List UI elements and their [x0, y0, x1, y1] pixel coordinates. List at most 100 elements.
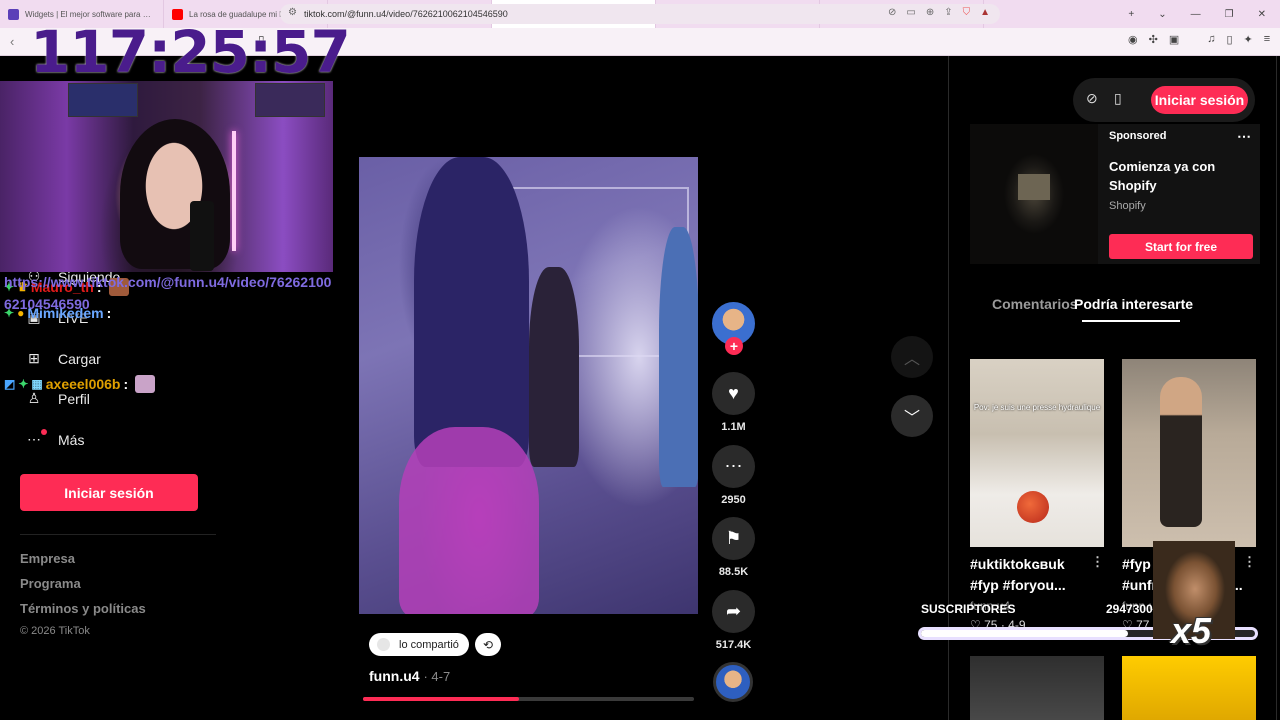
- comment-action[interactable]: ⋯ 2950: [712, 445, 755, 506]
- sidebar-item-cargar[interactable]: ⊞ Cargar: [26, 350, 101, 367]
- webcam-poster: [255, 83, 325, 117]
- recommendation-options-icon[interactable]: ⋮: [1091, 554, 1104, 570]
- share-action[interactable]: ➦ 517.4K: [712, 590, 755, 651]
- shared-chip[interactable]: lo compartió: [369, 633, 469, 656]
- sidebar-item-label: Más: [58, 431, 85, 448]
- video-player[interactable]: [359, 157, 698, 614]
- screen-icon[interactable]: ▭: [906, 7, 915, 18]
- back-icon[interactable]: ‹: [10, 34, 14, 49]
- login-button[interactable]: Iniciar sesión: [20, 474, 198, 511]
- address-bar[interactable]: ⚙ tiktok.com/@funn.u4/video/762621006210…: [280, 4, 1000, 24]
- ai-icon[interactable]: ✦: [1244, 33, 1253, 46]
- ad-brand: Shopify: [1109, 200, 1146, 212]
- streamer-webcam: [0, 81, 333, 272]
- compass-icon[interactable]: ⊘: [1086, 90, 1098, 107]
- share-icon[interactable]: ⇪: [944, 7, 952, 18]
- ad-image[interactable]: [970, 124, 1098, 264]
- footer-link-programa[interactable]: Programa: [20, 576, 81, 591]
- tab-podria-interesarte[interactable]: Podría interesarte: [1074, 296, 1193, 312]
- video-scene-figure: [659, 227, 698, 487]
- multiplier-text: x5: [1171, 610, 1212, 651]
- restore-icon[interactable]: ❐: [1225, 9, 1234, 20]
- menu-icon[interactable]: ≡: [1264, 33, 1270, 46]
- sub-badge-icon: ◩: [4, 377, 16, 391]
- subscriber-goal-count: 2947300: [1106, 602, 1153, 616]
- share-arrow-icon[interactable]: ➦: [712, 590, 755, 633]
- video-author[interactable]: funn.u4 · 4-7: [369, 668, 450, 684]
- previous-video-button[interactable]: ︿: [891, 336, 933, 378]
- sidebar-item-mas[interactable]: ⋯ Más: [26, 431, 84, 448]
- address-bar-icons: ⊘ ▭ ⊕ ⇪ ⛉ ▲: [888, 7, 990, 18]
- ad-image-door: [1018, 174, 1050, 200]
- recommendation-thumbnail[interactable]: [970, 656, 1104, 720]
- extension-2-icon[interactable]: ▣: [1169, 33, 1179, 46]
- extensions-icon[interactable]: ✣: [1149, 33, 1158, 46]
- sidebar-icon[interactable]: ▯: [1226, 33, 1232, 46]
- video-scene-figure: [399, 427, 539, 614]
- screen: Widgets | El mejor software para potenci…: [0, 0, 1280, 720]
- thumbnail-overlay-text: Pov: je suis une presse hydraulique: [973, 403, 1101, 412]
- next-video-button[interactable]: ﹀: [891, 395, 933, 437]
- extension-icons: ◉ ✣ ▣ ♫ ▯ ✦ ≡: [1128, 33, 1270, 46]
- site-info-icon[interactable]: ⚙: [288, 7, 297, 18]
- ad-options-icon[interactable]: ⋯: [1237, 128, 1251, 145]
- close-window-icon[interactable]: ✕: [1258, 9, 1266, 20]
- webcam-microphone: [190, 201, 214, 271]
- scrollbar-track[interactable]: [1276, 56, 1277, 720]
- save-count: 88.5K: [718, 566, 749, 578]
- phone-icon[interactable]: ▯: [1114, 90, 1122, 107]
- sidebar-item-label: Cargar: [58, 350, 101, 367]
- recommendation-caption[interactable]: #uktiktokɢʙuk #fyp #foryou...: [970, 554, 1094, 596]
- tab-favicon-icon: [8, 8, 19, 20]
- comment-icon[interactable]: ⋯: [712, 445, 755, 488]
- rewards-icon[interactable]: ▲: [980, 7, 990, 18]
- footer-link-terminos[interactable]: Términos y políticas: [20, 601, 146, 616]
- share-count: 517.4K: [715, 639, 752, 651]
- window-controls: + ⌄ — ❐ ✕: [1128, 0, 1280, 28]
- webcam-neon-light: [232, 131, 236, 251]
- emote-icon: [135, 375, 156, 393]
- follow-plus-icon[interactable]: +: [725, 337, 743, 355]
- recommendation-thumbnail[interactable]: [1122, 359, 1256, 547]
- recommendation-thumbnail[interactable]: [1122, 656, 1256, 720]
- video-progress-bar[interactable]: [363, 697, 694, 701]
- ad-cta-button[interactable]: Start for free: [1109, 234, 1253, 259]
- minimize-icon[interactable]: —: [1191, 9, 1201, 20]
- footer-link-empresa[interactable]: Empresa: [20, 551, 75, 566]
- chat-message-link[interactable]: https://www.tiktok.com/@funn.u4/video/76…: [4, 271, 334, 315]
- recommendation-options-icon[interactable]: ⋮: [1243, 554, 1256, 570]
- chat-username: axeeel006b: [45, 376, 121, 392]
- like-action[interactable]: ♥ 1.1M: [712, 372, 755, 433]
- music-icon[interactable]: ♫: [1207, 33, 1215, 46]
- like-count: 1.1M: [721, 421, 746, 433]
- upload-icon: ⊞: [28, 350, 40, 366]
- video-progress-fill: [363, 697, 519, 701]
- music-disc-icon[interactable]: [713, 662, 753, 702]
- new-tab-icon[interactable]: +: [1128, 9, 1134, 20]
- dropdown-chevron-icon[interactable]: ⌄: [1158, 9, 1166, 20]
- tab-comentarios[interactable]: Comentarios: [992, 296, 1078, 312]
- copyright: © 2026 TikTok: [20, 625, 90, 637]
- brave-shield-icon[interactable]: ⛉: [963, 7, 971, 18]
- subscriber-goal-fill: [921, 630, 1129, 637]
- video-scene-figure: [414, 157, 529, 467]
- more-icon: ⋯: [27, 431, 41, 447]
- thumbnail-person: [1160, 377, 1202, 527]
- heart-icon[interactable]: ♥: [712, 372, 755, 415]
- recommendation-thumbnail[interactable]: Pov: je suis une presse hydraulique: [970, 359, 1104, 547]
- sidebar-divider: [20, 534, 216, 535]
- bookmark-icon[interactable]: ⚑: [712, 517, 755, 560]
- extension-1-icon[interactable]: ◉: [1128, 33, 1138, 46]
- video-date: · 4-7: [423, 669, 451, 684]
- repost-icon[interactable]: ⟲: [475, 633, 501, 656]
- login-button-top[interactable]: Iniciar sesión: [1151, 86, 1248, 114]
- author-name: funn.u4: [369, 668, 420, 684]
- translate-icon[interactable]: ⊘: [888, 7, 896, 18]
- column-divider: [948, 56, 949, 720]
- comment-count: 2950: [721, 494, 746, 506]
- sponsored-label: Sponsored: [1109, 130, 1167, 142]
- zoom-icon[interactable]: ⊕: [926, 7, 934, 18]
- ad-title: Comienza ya con Shopify: [1109, 159, 1216, 193]
- save-action[interactable]: ⚑ 88.5K: [712, 517, 755, 578]
